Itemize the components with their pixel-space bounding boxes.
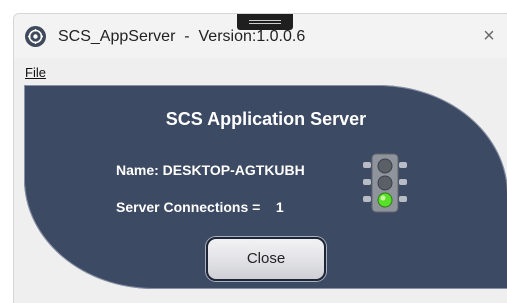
window-close-icon[interactable]: × xyxy=(479,26,499,46)
server-connections-label: Server Connections = 1 xyxy=(116,199,284,215)
server-name-label: Name: DESKTOP-AGTKUBH xyxy=(116,162,305,178)
traffic-light-icon xyxy=(359,152,411,214)
app-gear-icon xyxy=(25,26,46,47)
title-bar[interactable]: SCS_AppServer - Version:1.0.0.6 × xyxy=(14,14,507,58)
window-bottom-margin xyxy=(14,289,507,303)
window-grabber-handle[interactable] xyxy=(237,14,293,30)
panel-title: SCS Application Server xyxy=(165,109,367,129)
menu-bar: File xyxy=(14,63,507,85)
app-window: SCS_AppServer - Version:1.0.0.6 × File S… xyxy=(13,13,507,303)
server-panel: SCS Application Server Name: DESKTOP-AGT… xyxy=(24,85,507,289)
close-button[interactable]: Close xyxy=(206,237,326,281)
menu-file[interactable]: File xyxy=(25,65,46,80)
